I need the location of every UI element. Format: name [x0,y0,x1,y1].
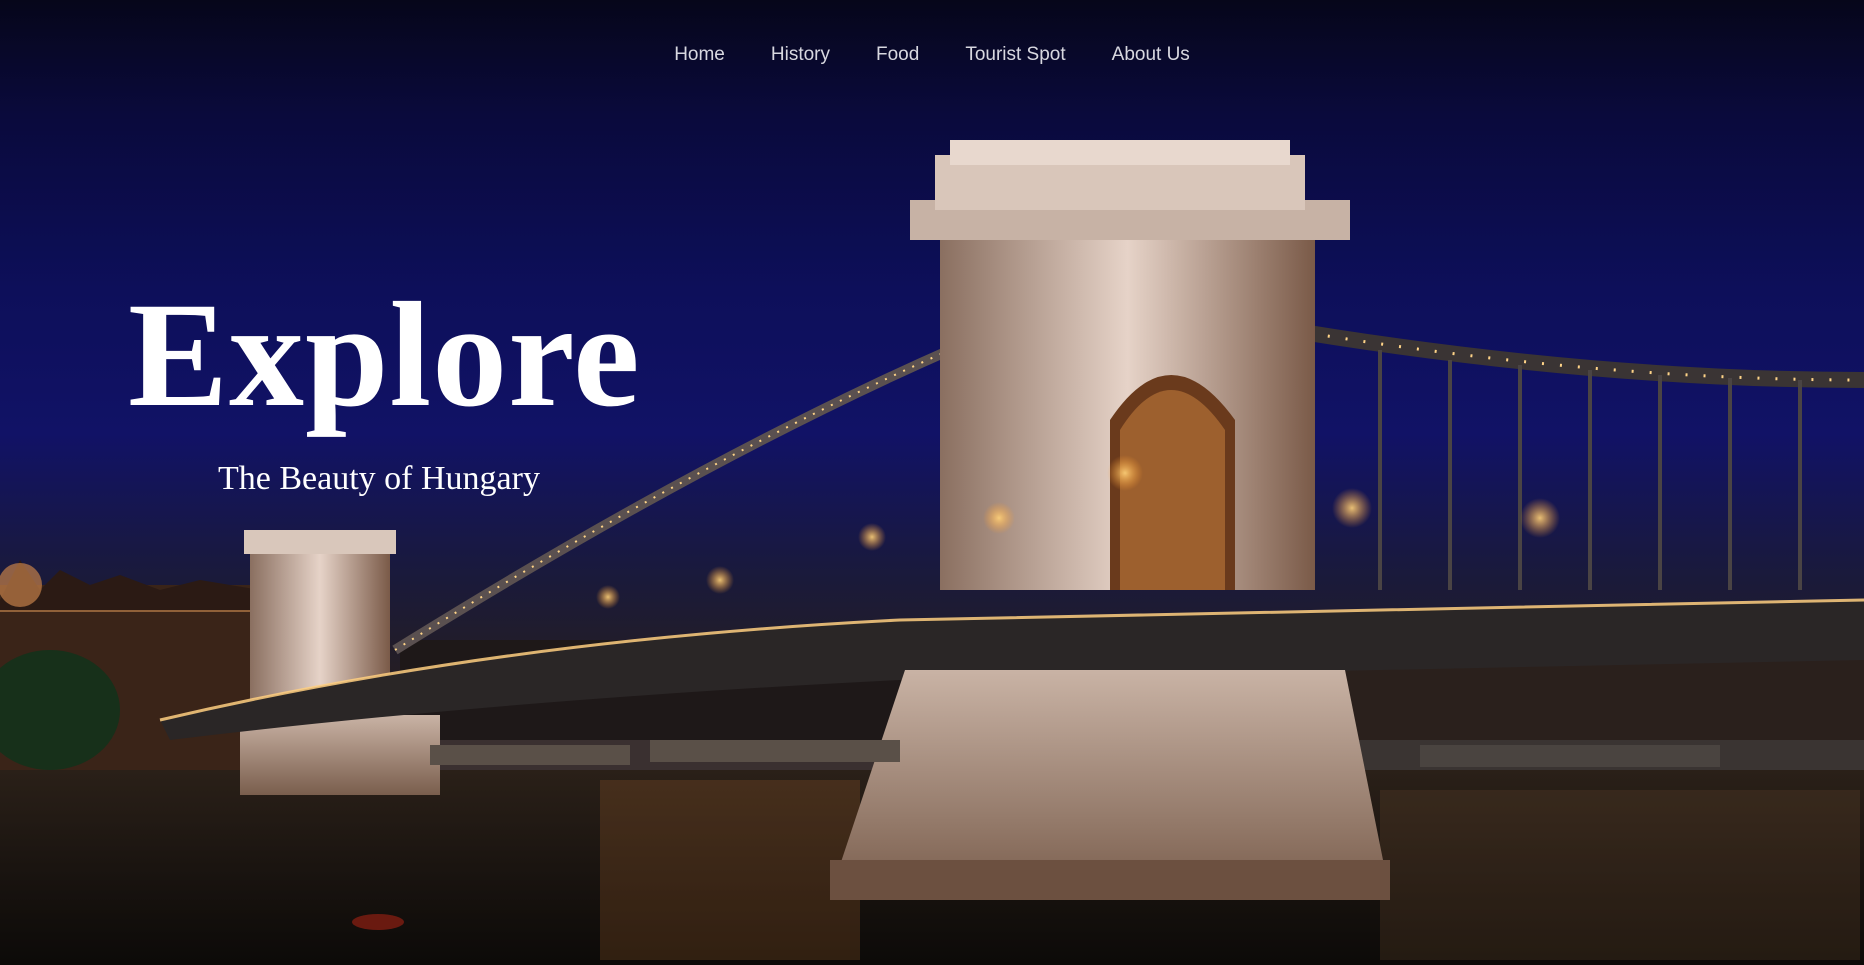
nav-link-about-us[interactable]: About Us [1089,44,1213,66]
nav-link-food[interactable]: Food [853,44,942,66]
hero-subtitle: The Beauty of Hungary [218,460,540,497]
nav-link-tourist-spot[interactable]: Tourist Spot [942,44,1088,66]
nav-link-home[interactable]: Home [651,44,748,66]
nav-link-history[interactable]: History [748,44,853,66]
main-nav: Home History Food Tourist Spot About Us [0,44,1864,66]
hero-section: Home History Food Tourist Spot About Us … [0,0,1864,965]
hero-title: Explore [128,272,641,438]
